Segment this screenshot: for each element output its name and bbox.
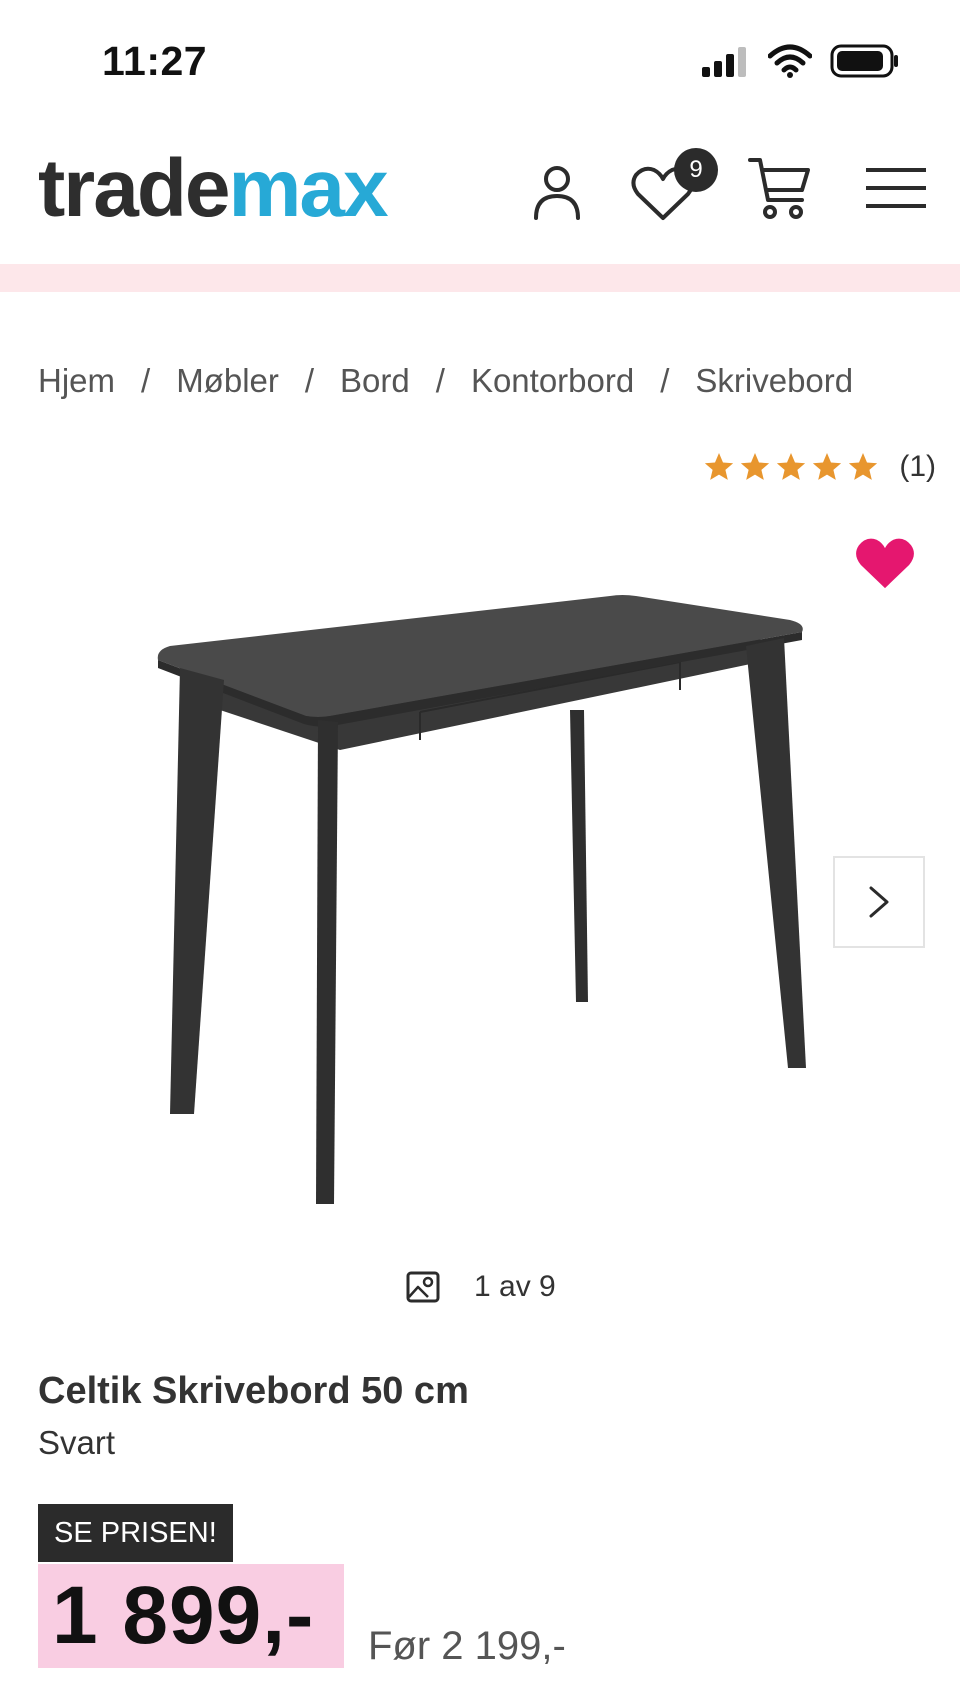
old-price: Før 2 199,- xyxy=(368,1624,566,1668)
signal-icon xyxy=(702,47,746,77)
rating-count[interactable]: (1) xyxy=(899,450,936,484)
star-icon xyxy=(813,453,842,480)
breadcrumb-separator: / xyxy=(660,362,670,399)
breadcrumb-item-kontorbord[interactable]: Kontorbord xyxy=(471,362,634,400)
trademax-logo[interactable]: trademax xyxy=(38,148,389,230)
breadcrumb-separator: / xyxy=(304,362,315,399)
image-icon xyxy=(406,1271,440,1303)
gallery-counter: 1 av 9 xyxy=(406,1270,556,1304)
battery-icon xyxy=(830,44,898,78)
star-icon xyxy=(705,453,734,480)
product-variant: Svart xyxy=(38,1424,116,1461)
breadcrumb-item-bord[interactable]: Bord xyxy=(340,362,410,400)
rating-stars xyxy=(703,451,879,483)
account-icon[interactable] xyxy=(530,162,584,222)
star-icon xyxy=(849,453,878,480)
menu-icon[interactable] xyxy=(866,166,926,210)
product-title: Celtik Skrivebord 50 cm xyxy=(38,1370,469,1412)
promo-strip xyxy=(0,264,960,292)
star-icon xyxy=(777,453,806,480)
breadcrumb-item-mobler[interactable]: Møbler xyxy=(176,362,279,400)
product-image-desk[interactable] xyxy=(150,590,820,1220)
status-time: 11:27 xyxy=(102,38,208,84)
wishlist-count-badge: 9 xyxy=(674,148,718,192)
logo-text-trade: trade xyxy=(38,143,231,234)
status-bar: 11:27 xyxy=(0,0,960,120)
site-header: trademax xyxy=(0,140,960,260)
product-price: 1 899,- xyxy=(52,1570,315,1661)
chevron-right-icon xyxy=(869,886,889,918)
status-icons xyxy=(702,44,900,78)
product-rating[interactable]: (1) xyxy=(703,450,936,484)
gallery-counter-text: 1 av 9 xyxy=(474,1270,556,1303)
breadcrumb-item-hjem[interactable]: Hjem xyxy=(38,362,115,400)
price-box: 1 899,- xyxy=(38,1564,344,1668)
breadcrumb-separator: / xyxy=(141,362,151,399)
wifi-icon xyxy=(768,44,812,78)
gallery-next-button[interactable] xyxy=(833,856,925,948)
breadcrumb: Hjem / Møbler / Bord / Kontorbord / Skri… xyxy=(38,362,853,400)
price-tag-label: SE PRISEN! xyxy=(38,1504,233,1562)
cart-icon[interactable] xyxy=(748,154,812,224)
logo-text-max: max xyxy=(228,143,389,234)
star-icon xyxy=(741,453,770,480)
breadcrumb-separator: / xyxy=(435,362,445,399)
breadcrumb-item-skrivebord[interactable]: Skrivebord xyxy=(695,362,853,400)
favorite-heart-icon[interactable] xyxy=(854,536,916,590)
